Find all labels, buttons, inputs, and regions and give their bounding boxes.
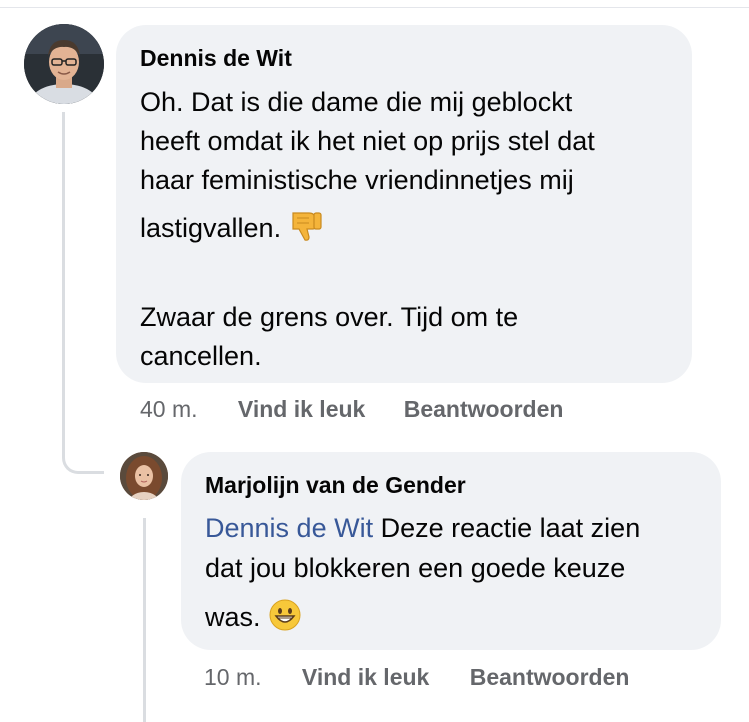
comment-text-paragraph-2: Zwaar de grens over. Tijd om te cancelle… <box>140 298 668 376</box>
reply-timestamp[interactable]: 10 m. <box>204 662 262 692</box>
comment-text: Oh. Dat is die dame die mij geblockt hee… <box>140 83 668 256</box>
like-button[interactable]: Vind ik leuk <box>302 662 429 692</box>
top-divider <box>0 7 749 8</box>
reply-button[interactable]: Beantwoorden <box>470 662 630 692</box>
reply-thread-line <box>143 518 146 722</box>
reply-line: was. <box>205 602 261 632</box>
reply-line: Deze reactie laat zien <box>373 513 641 543</box>
comment-actions: 40 m. Vind ik leuk Beantwoorden <box>140 394 563 424</box>
comment-line: Zwaar de grens over. Tijd om te <box>140 302 519 332</box>
avatar[interactable] <box>24 24 104 104</box>
comment-line: haar feministische vriendinnetjes mij <box>140 165 574 195</box>
comment-line: heeft omdat ik het niet op prijs stel da… <box>140 126 595 156</box>
like-button[interactable]: Vind ik leuk <box>238 394 365 424</box>
avatar-photo-icon <box>120 452 168 500</box>
reply-actions: 10 m. Vind ik leuk Beantwoorden <box>204 662 629 692</box>
reply-line: dat jou blokkeren een goede keuze <box>205 553 626 583</box>
comment-author[interactable]: Dennis de Wit <box>140 43 668 73</box>
mention-link[interactable]: Dennis de Wit <box>205 513 373 543</box>
thumbs-down-icon <box>289 209 323 254</box>
reply-button[interactable]: Beantwoorden <box>404 394 564 424</box>
comment-line: lastigvallen. <box>140 213 282 243</box>
comment-line: Oh. Dat is die dame die mij geblockt <box>140 87 573 117</box>
thread-line <box>62 112 104 474</box>
avatar-photo-icon <box>24 24 104 104</box>
grinning-face-icon <box>268 598 302 643</box>
reply-avatar[interactable] <box>120 452 168 500</box>
reply-text: Dennis de Wit Deze reactie laat zien dat… <box>205 508 697 646</box>
comment-line: cancellen. <box>140 341 262 371</box>
comment-bubble: Dennis de Wit Oh. Dat is die dame die mi… <box>116 25 692 383</box>
reply-author[interactable]: Marjolijn van de Gender <box>205 470 697 500</box>
reply-bubble: Marjolijn van de Gender Dennis de Wit De… <box>181 452 721 650</box>
comment-timestamp[interactable]: 40 m. <box>140 394 198 424</box>
